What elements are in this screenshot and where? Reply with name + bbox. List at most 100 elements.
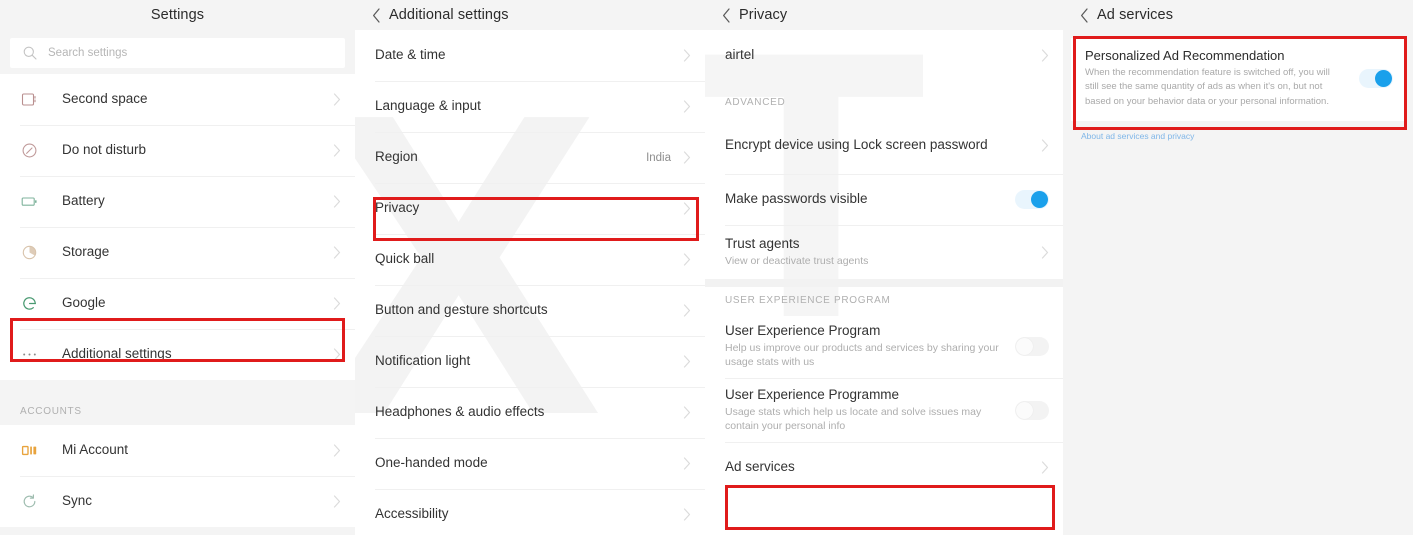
list-item-headphones-audio-effects[interactable]: Headphones & audio effects xyxy=(355,387,705,438)
list-item-label: One-handed mode xyxy=(375,455,488,471)
list-item-airtel[interactable]: airtel xyxy=(705,30,1063,81)
search-input[interactable]: Search settings xyxy=(10,38,345,68)
list-item-label: Additional settings xyxy=(62,346,172,362)
panel-privacy: Privacy T airtel ADVANCED Encrypt device… xyxy=(705,0,1063,535)
list-item-battery[interactable]: Battery xyxy=(0,176,355,227)
chevron-right-icon xyxy=(327,495,341,508)
list-item-subtitle: View or deactivate trust agents xyxy=(725,255,869,268)
list-item-privacy[interactable]: Privacy xyxy=(355,183,705,234)
toggle-personalized-ad-recommendation[interactable] xyxy=(1359,68,1393,88)
privacy-advanced-list: Encrypt device using Lock screen passwor… xyxy=(705,116,1063,279)
privacy-body: T airtel ADVANCED Encrypt device using L… xyxy=(705,30,1063,535)
back-arrow-icon[interactable] xyxy=(363,0,389,30)
list-item-google[interactable]: Google xyxy=(0,278,355,329)
about-ad-services-link[interactable]: About ad services and privacy xyxy=(1063,121,1413,141)
list-item-label: Storage xyxy=(62,244,110,260)
list-item-label-wrap: Trust agents View or deactivate trust ag… xyxy=(725,235,1035,269)
list-item-label: Mi Account xyxy=(62,442,129,458)
second-space-icon xyxy=(14,85,44,115)
chevron-right-icon xyxy=(1035,138,1049,152)
list-item-label: Quick ball xyxy=(375,251,435,267)
list-item-do-not-disturb[interactable]: Do not disturb xyxy=(0,125,355,176)
list-item-label: User Experience Program xyxy=(725,323,881,339)
card-description: When the recommendation feature is switc… xyxy=(1085,67,1330,107)
panel-ad-services: Ad services Personalized Ad Recommendati… xyxy=(1063,0,1413,535)
back-arrow-icon[interactable] xyxy=(713,0,739,30)
list-item-one-handed-mode[interactable]: One-handed mode xyxy=(355,438,705,489)
list-item-label: Encrypt device using Lock screen passwor… xyxy=(725,136,988,152)
list-item-quick-ball[interactable]: Quick ball xyxy=(355,234,705,285)
search-icon xyxy=(22,45,38,61)
list-item-ad-services[interactable]: Ad services xyxy=(705,442,1063,493)
list-item-label: Notification light xyxy=(375,353,471,369)
privacy-header: Privacy xyxy=(705,0,1063,30)
battery-icon xyxy=(14,187,44,217)
list-item-label: Do not disturb xyxy=(62,142,147,158)
list-item-subtitle: Usage stats which help us locate and sol… xyxy=(725,406,982,433)
list-item-storage[interactable]: Storage xyxy=(0,227,355,278)
multi-panel-screenshot: Settings Search settings Second space Do… xyxy=(0,0,1413,535)
list-item-label: airtel xyxy=(725,47,755,63)
list-item-region[interactable]: Region India xyxy=(355,132,705,183)
list-item-sync[interactable]: Sync xyxy=(0,476,355,527)
panel-settings: Settings Search settings Second space Do… xyxy=(0,0,355,535)
list-item-label: Sync xyxy=(62,493,93,509)
list-item-language-input[interactable]: Language & input xyxy=(355,81,705,132)
chevron-right-icon xyxy=(327,93,341,106)
list-item-label: Button and gesture shortcuts xyxy=(375,302,548,318)
chevron-right-icon xyxy=(677,100,691,113)
search-bar-wrap: Search settings xyxy=(0,30,355,74)
ad-services-header: Ad services xyxy=(1063,0,1413,30)
chevron-right-icon xyxy=(677,49,691,62)
chevron-right-icon xyxy=(327,444,341,457)
chevron-right-icon xyxy=(327,144,341,157)
chevron-right-icon xyxy=(677,151,691,164)
list-item-label: Region xyxy=(375,149,418,165)
additional-settings-body: X Date & time Language & input Region In… xyxy=(355,30,705,535)
list-item-trust-agents[interactable]: Trust agents View or deactivate trust ag… xyxy=(705,225,1063,279)
personalized-ad-recommendation-card[interactable]: Personalized Ad Recommendation When the … xyxy=(1071,38,1407,121)
list-item-label: Ad services xyxy=(725,459,795,475)
card-title: Personalized Ad Recommendation xyxy=(1085,48,1285,63)
list-item-mi-account[interactable]: Mi Account xyxy=(0,425,355,476)
list-item-encrypt-device[interactable]: Encrypt device using Lock screen passwor… xyxy=(705,116,1063,174)
toggle-user-experience-programme[interactable] xyxy=(1015,400,1049,420)
page-title: Privacy xyxy=(739,7,788,23)
list-item-button-gesture-shortcuts[interactable]: Button and gesture shortcuts xyxy=(355,285,705,336)
page-title: Ad services xyxy=(1097,7,1174,23)
list-item-additional-settings[interactable]: Additional settings xyxy=(0,329,355,380)
list-item-label: User Experience Programme xyxy=(725,387,900,403)
list-item-user-experience-program[interactable]: User Experience Program Help us improve … xyxy=(705,314,1063,378)
sync-icon xyxy=(14,487,44,517)
list-item-label: Date & time xyxy=(375,47,446,63)
section-divider xyxy=(705,279,1063,287)
chevron-right-icon xyxy=(1035,49,1049,62)
list-item-accessibility[interactable]: Accessibility xyxy=(355,489,705,535)
toggle-make-passwords-visible[interactable] xyxy=(1015,190,1049,209)
do-not-disturb-icon xyxy=(14,136,44,166)
page-title: Additional settings xyxy=(389,7,509,23)
back-arrow-icon[interactable] xyxy=(1071,0,1097,30)
section-divider xyxy=(0,380,355,390)
settings-header: Settings xyxy=(0,0,355,30)
list-item-make-passwords-visible[interactable]: Make passwords visible xyxy=(705,174,1063,225)
list-item-label: Battery xyxy=(62,193,105,209)
list-item-label: Language & input xyxy=(375,98,481,114)
chevron-right-icon xyxy=(677,202,691,215)
settings-list-card: Second space Do not disturb Battery Stor… xyxy=(0,74,355,380)
panel-additional-settings: Additional settings X Date & time Langua… xyxy=(355,0,705,535)
list-item-second-space[interactable]: Second space xyxy=(0,74,355,125)
list-item-label-wrap: User Experience Program Help us improve … xyxy=(725,322,1015,370)
section-header-accounts: ACCOUNTS xyxy=(20,406,82,417)
list-item-subtitle: Help us improve our products and service… xyxy=(725,342,999,369)
list-item-notification-light[interactable]: Notification light xyxy=(355,336,705,387)
list-item-user-experience-programme[interactable]: User Experience Programme Usage stats wh… xyxy=(705,378,1063,442)
chevron-right-icon xyxy=(327,297,341,310)
list-item-label: Make passwords visible xyxy=(725,191,868,207)
list-item-date-time[interactable]: Date & time xyxy=(355,30,705,81)
toggle-user-experience-program[interactable] xyxy=(1015,336,1049,356)
storage-icon xyxy=(14,238,44,268)
chevron-right-icon xyxy=(327,195,341,208)
list-item-label: Google xyxy=(62,295,106,311)
list-item-value: India xyxy=(646,151,671,164)
